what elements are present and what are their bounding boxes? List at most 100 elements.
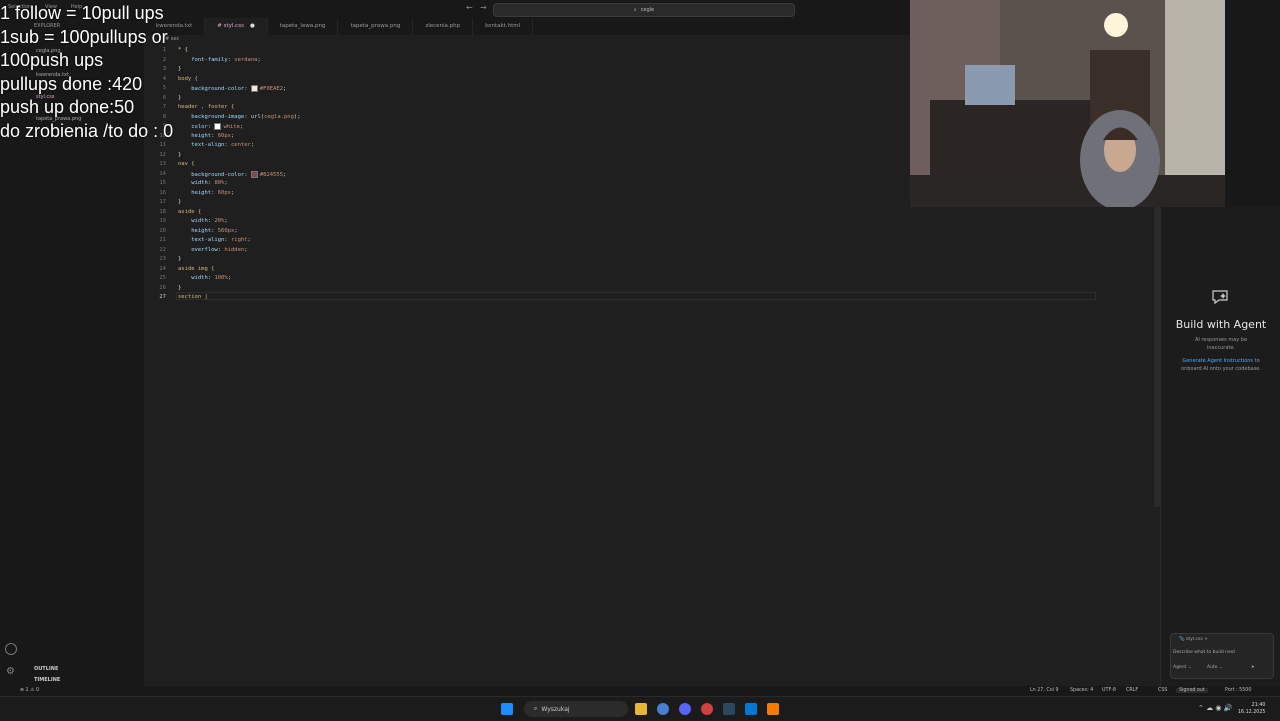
code-token: width: [178, 218, 208, 224]
line-endings[interactable]: CRLF: [1126, 688, 1138, 693]
code-line[interactable]: }: [178, 256, 181, 262]
code-line[interactable]: background-image: url(cegla.png);: [178, 113, 300, 120]
code-token: background-image: [178, 113, 245, 120]
vscode-icon[interactable]: [745, 703, 757, 715]
forward-arrow-icon[interactable]: →: [480, 3, 487, 12]
file-explorer-icon[interactable]: [635, 703, 647, 715]
color-swatch[interactable]: [214, 123, 222, 130]
discord-icon[interactable]: [679, 703, 691, 715]
signed-out-status[interactable]: Signed out: [1176, 688, 1208, 693]
code-token: ;: [250, 142, 255, 148]
code-line[interactable]: height: 60px;: [178, 190, 234, 196]
code-line[interactable]: background-color: #824555;: [178, 170, 287, 178]
code-line[interactable]: }: [178, 66, 181, 72]
code-token: 560px: [217, 227, 235, 234]
line-number: 20: [159, 227, 166, 234]
link-suffix: to: [1254, 358, 1260, 364]
code-line[interactable]: nav {: [178, 161, 195, 167]
code-token: ;: [234, 227, 238, 234]
model-picker[interactable]: Auto ⌄: [1207, 665, 1223, 670]
unsaved-dot-icon[interactable]: ●: [250, 23, 255, 29]
code-line[interactable]: width: 20%;: [178, 218, 227, 224]
code-line[interactable]: }: [178, 199, 181, 205]
timeline-section[interactable]: TIMELINE: [34, 677, 60, 683]
code-line[interactable]: }: [178, 285, 181, 291]
code-token: ;: [283, 171, 287, 178]
code-line[interactable]: * {: [178, 47, 188, 53]
editor-tab[interactable]: kontakt.html: [473, 18, 534, 35]
attached-file-chip[interactable]: 📎 styl.css +: [1179, 637, 1208, 642]
tab-label: tapeta_prawa.png: [350, 23, 401, 29]
code-line[interactable]: section |: [178, 294, 208, 300]
code-token: verdana: [234, 56, 258, 63]
code-token: :: [207, 124, 215, 130]
code-token: :: [211, 227, 218, 234]
code-line[interactable]: aside {: [178, 209, 201, 215]
webcam-feed: [910, 0, 1225, 207]
code-line[interactable]: height: 560px;: [178, 227, 238, 234]
color-swatch[interactable]: [250, 85, 258, 92]
code-line[interactable]: body {: [178, 76, 198, 82]
code-token: :: [211, 189, 218, 196]
code-line[interactable]: height: 60px;: [178, 133, 234, 139]
account-icon[interactable]: [5, 643, 17, 655]
encoding[interactable]: UTF-8: [1102, 688, 1116, 693]
editor-tab[interactable]: tapeta_lewa.png: [268, 18, 339, 35]
code-line[interactable]: font-family: verdana;: [178, 57, 261, 63]
indentation[interactable]: Spaces: 4: [1070, 688, 1093, 693]
code-line[interactable]: text-align: right;: [178, 237, 251, 243]
code-token: ;: [257, 56, 261, 63]
code-token: :: [224, 142, 231, 148]
code-token: #F0EAE2: [259, 86, 284, 92]
live-server-port[interactable]: Port : 5500: [1225, 688, 1251, 693]
chrome-icon[interactable]: [657, 703, 669, 715]
code-line[interactable]: text-align: center;: [178, 142, 254, 148]
code-token: width: [178, 180, 208, 186]
code-line[interactable]: aside img {: [178, 266, 214, 272]
generate-instructions-link[interactable]: Generate Agent Instructions: [1182, 358, 1253, 364]
send-icon[interactable]: ➤: [1251, 665, 1255, 670]
code-line[interactable]: color: white;: [178, 123, 243, 130]
editor-tab[interactable]: zlecenia.php: [413, 18, 474, 35]
cursor-position[interactable]: Ln 27, Col 9: [1030, 688, 1059, 693]
code-token: }: [178, 199, 182, 205]
color-swatch[interactable]: [250, 170, 258, 178]
outline-section[interactable]: OUTLINE: [34, 666, 58, 672]
code-line[interactable]: header , footer {: [178, 104, 234, 110]
editor-tab[interactable]: # styl.css ●: [205, 18, 268, 35]
code-line[interactable]: width: 80%;: [178, 180, 228, 186]
search-text: cegle: [640, 7, 655, 13]
chat-input-placeholder[interactable]: Describe what to build next: [1173, 650, 1235, 655]
steam-icon[interactable]: [723, 703, 735, 715]
opera-icon[interactable]: [701, 703, 713, 715]
code-token: : url(: [244, 113, 265, 120]
code-token: }: [178, 66, 182, 72]
back-arrow-icon[interactable]: ←: [466, 3, 473, 12]
language-mode[interactable]: CSS: [1158, 688, 1167, 693]
clock-date: 16.12.2025: [1238, 710, 1266, 715]
code-line[interactable]: background-color: #F0EAE2;: [178, 85, 286, 92]
status-bar: ⊗ 1 ⚠ 0 Ln 27, Col 9 Spaces: 4 UTF-8 CRL…: [0, 686, 1280, 696]
chat-agent-panel: Build with Agent AI responses may be ina…: [1160, 207, 1280, 686]
taskbar-search[interactable]: ⌕ Wyszukaj: [524, 701, 628, 717]
code-token: aside {: [178, 208, 202, 215]
agent-mode-label: Agent: [1173, 665, 1187, 670]
chat-input-box[interactable]: 📎 styl.css + Describe what to build next…: [1170, 633, 1274, 679]
command-center-search[interactable]: ⌕ cegle: [493, 3, 795, 17]
start-icon[interactable]: [501, 703, 513, 715]
line-number: 18: [159, 208, 166, 215]
code-line[interactable]: }: [178, 152, 181, 158]
code-line[interactable]: overflow: hidden;: [178, 247, 247, 253]
xampp-icon[interactable]: [767, 703, 779, 715]
code-token: ;: [224, 180, 228, 186]
agent-mode-picker[interactable]: Agent ⌄: [1173, 665, 1192, 670]
clock[interactable]: 21:40 16.12.2025: [1238, 702, 1265, 716]
code-line[interactable]: width: 100%;: [178, 275, 231, 281]
code-token: ;: [227, 275, 231, 281]
code-line[interactable]: }: [178, 95, 181, 101]
system-tray-icons[interactable]: ⌃ ☁ ◉ 🔊: [1198, 704, 1232, 712]
editor-tab[interactable]: tapeta_prawa.png: [338, 18, 414, 35]
overlay-line: 100push ups: [0, 50, 104, 70]
gear-icon[interactable]: ⚙: [6, 666, 15, 677]
problems-indicator[interactable]: ⊗ 1 ⚠ 0: [20, 688, 39, 693]
